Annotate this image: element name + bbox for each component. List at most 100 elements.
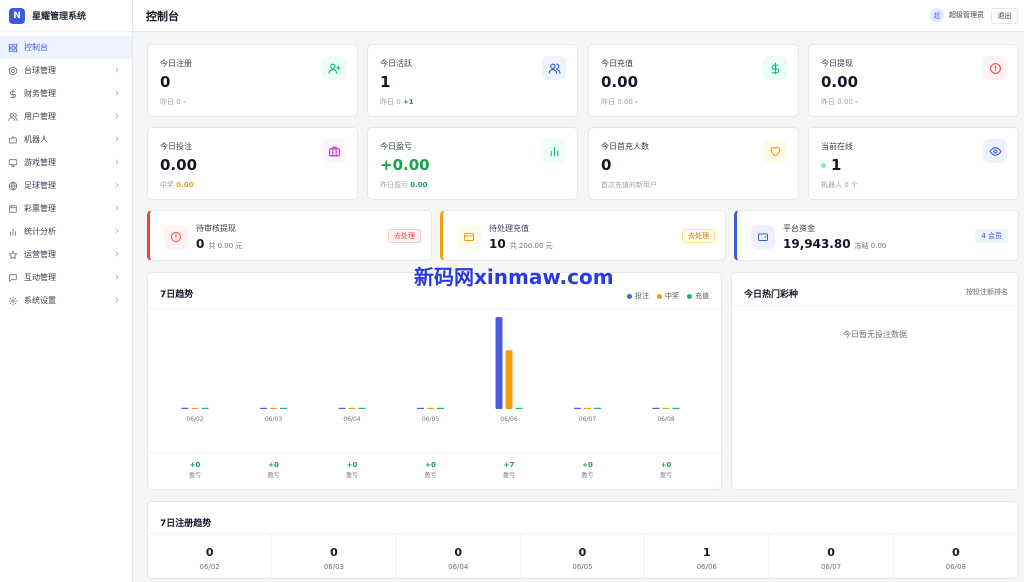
registration-date: 06/08 xyxy=(945,563,966,571)
stat-label: 今日投注 xyxy=(160,142,192,151)
bar-chart-icon xyxy=(8,227,18,237)
registration-value: 1 xyxy=(702,546,711,559)
bar-06-08-2[interactable] xyxy=(672,407,680,409)
profit-value: +0 xyxy=(268,461,279,469)
pending-action-button[interactable]: 去处理 xyxy=(388,229,421,243)
registration-value: 0 xyxy=(952,546,960,559)
pending-label: 待处理充值 xyxy=(489,224,529,233)
registration-title: 7日注册趋势 xyxy=(160,519,212,529)
bar-06-05-0[interactable] xyxy=(417,407,424,409)
hot-rank-label[interactable]: 按投注额排名 xyxy=(966,287,1008,297)
sidebar-item-stats[interactable]: 统计分析 xyxy=(0,220,132,243)
robot-icon xyxy=(8,135,18,145)
x-tick-label: 06/06 xyxy=(500,416,517,423)
sidebar-item-table-ball[interactable]: 台球管理 xyxy=(0,59,132,82)
pending-action-button[interactable]: 4 会员 xyxy=(975,229,1008,243)
profit-label: 盈亏 xyxy=(424,472,437,479)
legend-item[interactable]: 充值 xyxy=(687,291,709,301)
chevron-right-icon xyxy=(113,158,121,166)
bar-06-03-2[interactable] xyxy=(280,407,287,409)
page-title: 控制台 xyxy=(146,9,179,23)
bar-06-02-1[interactable] xyxy=(191,407,199,409)
sidebar-item-users[interactable]: 用户管理 xyxy=(0,105,132,128)
sidebar-item-games[interactable]: 游戏管理 xyxy=(0,151,132,174)
stat-card: 当前在线 1 机器人 0 个 xyxy=(808,127,1019,200)
sidebar-item-finance[interactable]: 财务管理 xyxy=(0,82,132,105)
sidebar-item-label: 台球管理 xyxy=(24,66,56,75)
pending-action-button[interactable]: 去处理 xyxy=(682,229,715,243)
bar-06-05-2[interactable] xyxy=(437,407,444,409)
registration-cell: 0 06/07 xyxy=(769,534,894,578)
legend-label: 中奖 xyxy=(665,292,679,300)
registration-date: 06/06 xyxy=(696,563,717,571)
stat-card: 今日活跃 1 昨日 0 +1 xyxy=(367,44,578,117)
hot-empty-text: 今日暂无投注数据 xyxy=(843,330,907,339)
top-bar: 控制台 超 超级管理员 退出 xyxy=(133,0,1024,32)
legend-item[interactable]: 中奖 xyxy=(657,291,679,301)
bar-06-04-0[interactable] xyxy=(338,407,346,409)
bar-06-05-1[interactable] xyxy=(427,407,434,409)
stat-label: 今日充值 xyxy=(601,59,633,68)
profit-cell: +0 盈亏 xyxy=(636,461,696,479)
chevron-right-icon xyxy=(113,250,121,258)
stat-label: 当前在线 xyxy=(821,142,853,151)
bar-06-08-1[interactable] xyxy=(662,407,670,409)
profit-label: 盈亏 xyxy=(502,472,515,479)
avatar[interactable]: 超 xyxy=(930,8,944,22)
bar-06-06-0[interactable] xyxy=(495,317,503,409)
bar-06-07-2[interactable] xyxy=(594,407,601,409)
gear-icon xyxy=(8,295,18,306)
bar-06-07-0[interactable] xyxy=(574,407,581,409)
bar-06-04-2[interactable] xyxy=(358,407,366,409)
bar-06-04-1[interactable] xyxy=(348,407,356,409)
stat-card: 今日注册 0 昨日 0 - xyxy=(147,44,358,117)
dollar-icon xyxy=(763,56,787,80)
bar-06-02-2[interactable] xyxy=(201,407,209,409)
stat-card: 今日投注 0.00 中奖 0.00 xyxy=(147,127,358,200)
sidebar-item-interaction[interactable]: 互动管理 xyxy=(0,266,132,289)
pending-value: 10 共 200.00 元 xyxy=(489,237,553,251)
bar-06-06-2[interactable] xyxy=(515,407,523,409)
ticket-icon xyxy=(8,204,18,214)
registration-value: 0 xyxy=(454,546,463,559)
stat-value: 0 xyxy=(160,73,171,91)
sidebar-item-lottery[interactable]: 彩票管理 xyxy=(0,197,132,220)
registration-card: 7日注册趋势 0 06/02 0 06/03 0 06/04 0 06/05 1 06/06 0 06… xyxy=(147,501,1019,579)
profit-label: 盈亏 xyxy=(581,472,594,479)
sidebar-item-label: 用户管理 xyxy=(24,112,56,121)
profit-cell: +0 盈亏 xyxy=(401,461,461,479)
sidebar-item-dashboard[interactable]: 控制台 xyxy=(0,36,132,59)
sidebar-item-football[interactable]: 足球管理 xyxy=(0,174,132,197)
registration-cell: 0 06/03 xyxy=(272,534,397,578)
bar-06-07-1[interactable] xyxy=(584,407,591,409)
trend-card: 7日趋势 投注 中奖 充值 06/02 06/03 06/04 06/05 06/06 06/… xyxy=(147,272,722,490)
registration-value: 0 xyxy=(578,546,587,559)
sidebar-item-label: 统计分析 xyxy=(24,227,56,236)
registration-cell: 0 06/05 xyxy=(521,534,646,578)
legend-item[interactable]: 投注 xyxy=(627,291,649,301)
stat-sub: 中奖 0.00 xyxy=(160,181,194,189)
sidebar-item-robots[interactable]: 机器人 xyxy=(0,128,132,151)
stat-sub: 首次充值的新用户 xyxy=(601,181,657,189)
registration-value: 0 xyxy=(330,546,338,559)
bar-06-02-0[interactable] xyxy=(181,407,189,409)
bar-06-08-0[interactable] xyxy=(652,407,660,409)
sidebar-item-settings[interactable]: 系统设置 xyxy=(0,289,132,312)
sidebar-item-label: 彩票管理 xyxy=(24,204,56,213)
pending-label: 平台资金 xyxy=(783,224,815,233)
admin-name[interactable]: 超级管理员 xyxy=(949,10,984,20)
sidebar-item-operations[interactable]: 运营管理 xyxy=(0,243,132,266)
x-tick-label: 06/03 xyxy=(265,416,282,423)
admin-profile[interactable]: 超 超级管理员 xyxy=(930,8,984,22)
sidebar-item-label: 互动管理 xyxy=(24,273,56,282)
bar-06-03-1[interactable] xyxy=(270,407,277,409)
sidebar-item-label: 足球管理 xyxy=(24,181,56,190)
bar-06-03-0[interactable] xyxy=(260,407,267,409)
stat-card: 今日首充人数 0 首次充值的新用户 xyxy=(588,127,799,200)
stat-sub: 昨日盈亏 0.00 xyxy=(380,181,428,189)
bar-06-06-1[interactable] xyxy=(505,350,513,409)
chevron-right-icon xyxy=(113,181,121,189)
legend-swatch xyxy=(687,293,692,299)
logout-button[interactable]: 退出 xyxy=(991,8,1018,24)
sidebar-item-label: 系统设置 xyxy=(24,296,56,305)
